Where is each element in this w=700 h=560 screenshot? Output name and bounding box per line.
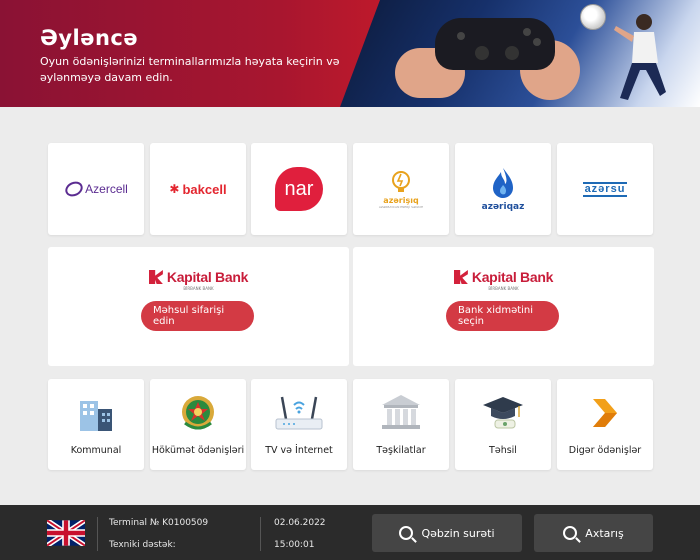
category-other[interactable]: Digər ödənişlər: [557, 379, 653, 470]
banner-title: Əyləncə: [40, 26, 139, 50]
emblem-icon: [182, 396, 214, 430]
banner-subtitle: Oyun ödənişlərinizi terminallarımızla hə…: [40, 55, 340, 84]
bank-tile-products[interactable]: Kapital Bank BİRBANK BANK Məhsul sifariş…: [48, 247, 349, 366]
category-government[interactable]: Hökümət ödənişləri: [150, 379, 246, 470]
category-kommunal[interactable]: Kommunal: [48, 379, 144, 470]
provider-tile-azerishiq[interactable]: azərişıq AZƏRBAYCAN ENERJİ SƏNAYE: [353, 143, 449, 235]
bank-tile-services[interactable]: Kapital Bank BİRBANK BANK Bank xidmətini…: [353, 247, 654, 366]
bakcell-mark-icon: ✱: [169, 182, 180, 196]
gamepad-image: [435, 18, 555, 70]
search-icon: [399, 526, 414, 540]
category-label: Digər ödənişlər: [568, 445, 642, 456]
bakcell-logo: ✱ bakcell: [169, 181, 227, 197]
select-bank-service-button[interactable]: Bank xidmətini seçin: [446, 301, 559, 331]
chevron-right-icon: [593, 399, 617, 427]
azercell-logo: Azercell: [48, 143, 144, 235]
category-label: Təşkilatlar: [376, 445, 426, 456]
building-icon: [80, 401, 112, 431]
technical-support-label: Texniki dəstək:: [109, 540, 176, 550]
current-date: 02.06.2022: [274, 518, 326, 528]
provider-tile-azersu[interactable]: azərsu: [557, 143, 653, 235]
current-time: 15:00:01: [274, 540, 315, 550]
terminal-number: Terminal № K0100509: [109, 518, 209, 528]
flame-icon: [493, 167, 513, 198]
search-icon: [563, 526, 578, 540]
provider-tile-azeriqaz[interactable]: azəriqaz: [455, 143, 551, 235]
order-product-button[interactable]: Məhsul sifarişi edin: [141, 301, 254, 331]
router-icon: [275, 396, 323, 430]
football-image: [580, 4, 606, 30]
promo-banner: Əyləncə Oyun ödənişlərinizi terminalları…: [0, 0, 700, 107]
azercell-mark-icon: [65, 181, 83, 197]
lightbulb-icon: [392, 170, 410, 192]
category-label: Kommunal: [70, 445, 122, 456]
azeriqaz-logo: azəriqaz: [455, 143, 551, 235]
graduation-cap-icon: [483, 397, 523, 429]
category-education[interactable]: Təhsil: [455, 379, 551, 470]
kapital-bank-mark-icon: [453, 270, 468, 284]
provider-tile-azercell[interactable]: Azercell: [48, 143, 144, 235]
category-tv-internet[interactable]: TV və İnternet: [251, 379, 347, 470]
nar-logo: nar: [251, 143, 347, 235]
uk-flag-icon[interactable]: [47, 520, 85, 546]
kapital-bank-logo: Kapital Bank: [48, 269, 349, 285]
category-label: Təhsil: [489, 445, 517, 456]
category-label: TV və İnternet: [265, 445, 333, 456]
provider-tile-nar[interactable]: nar: [251, 143, 347, 235]
kapital-bank-logo: Kapital Bank: [353, 269, 654, 285]
search-button[interactable]: Axtarış: [534, 514, 653, 552]
azersu-logo: azərsu: [582, 181, 628, 197]
institution-icon: [382, 395, 420, 429]
footer-bar: Terminal № K0100509 Texniki dəstək: 02.0…: [0, 505, 700, 560]
category-organizations[interactable]: Təşkilatlar: [353, 379, 449, 470]
category-label: Hökümət ödənişləri: [151, 445, 245, 456]
azerishiq-logo: azərişıq AZƏRBAYCAN ENERJİ SƏNAYE: [353, 143, 449, 235]
kapital-bank-mark-icon: [148, 270, 163, 284]
football-player-image: [614, 14, 666, 100]
provider-tile-bakcell[interactable]: ✱ bakcell: [150, 143, 246, 235]
receipt-copy-button[interactable]: Qəbzin surəti: [372, 514, 522, 552]
